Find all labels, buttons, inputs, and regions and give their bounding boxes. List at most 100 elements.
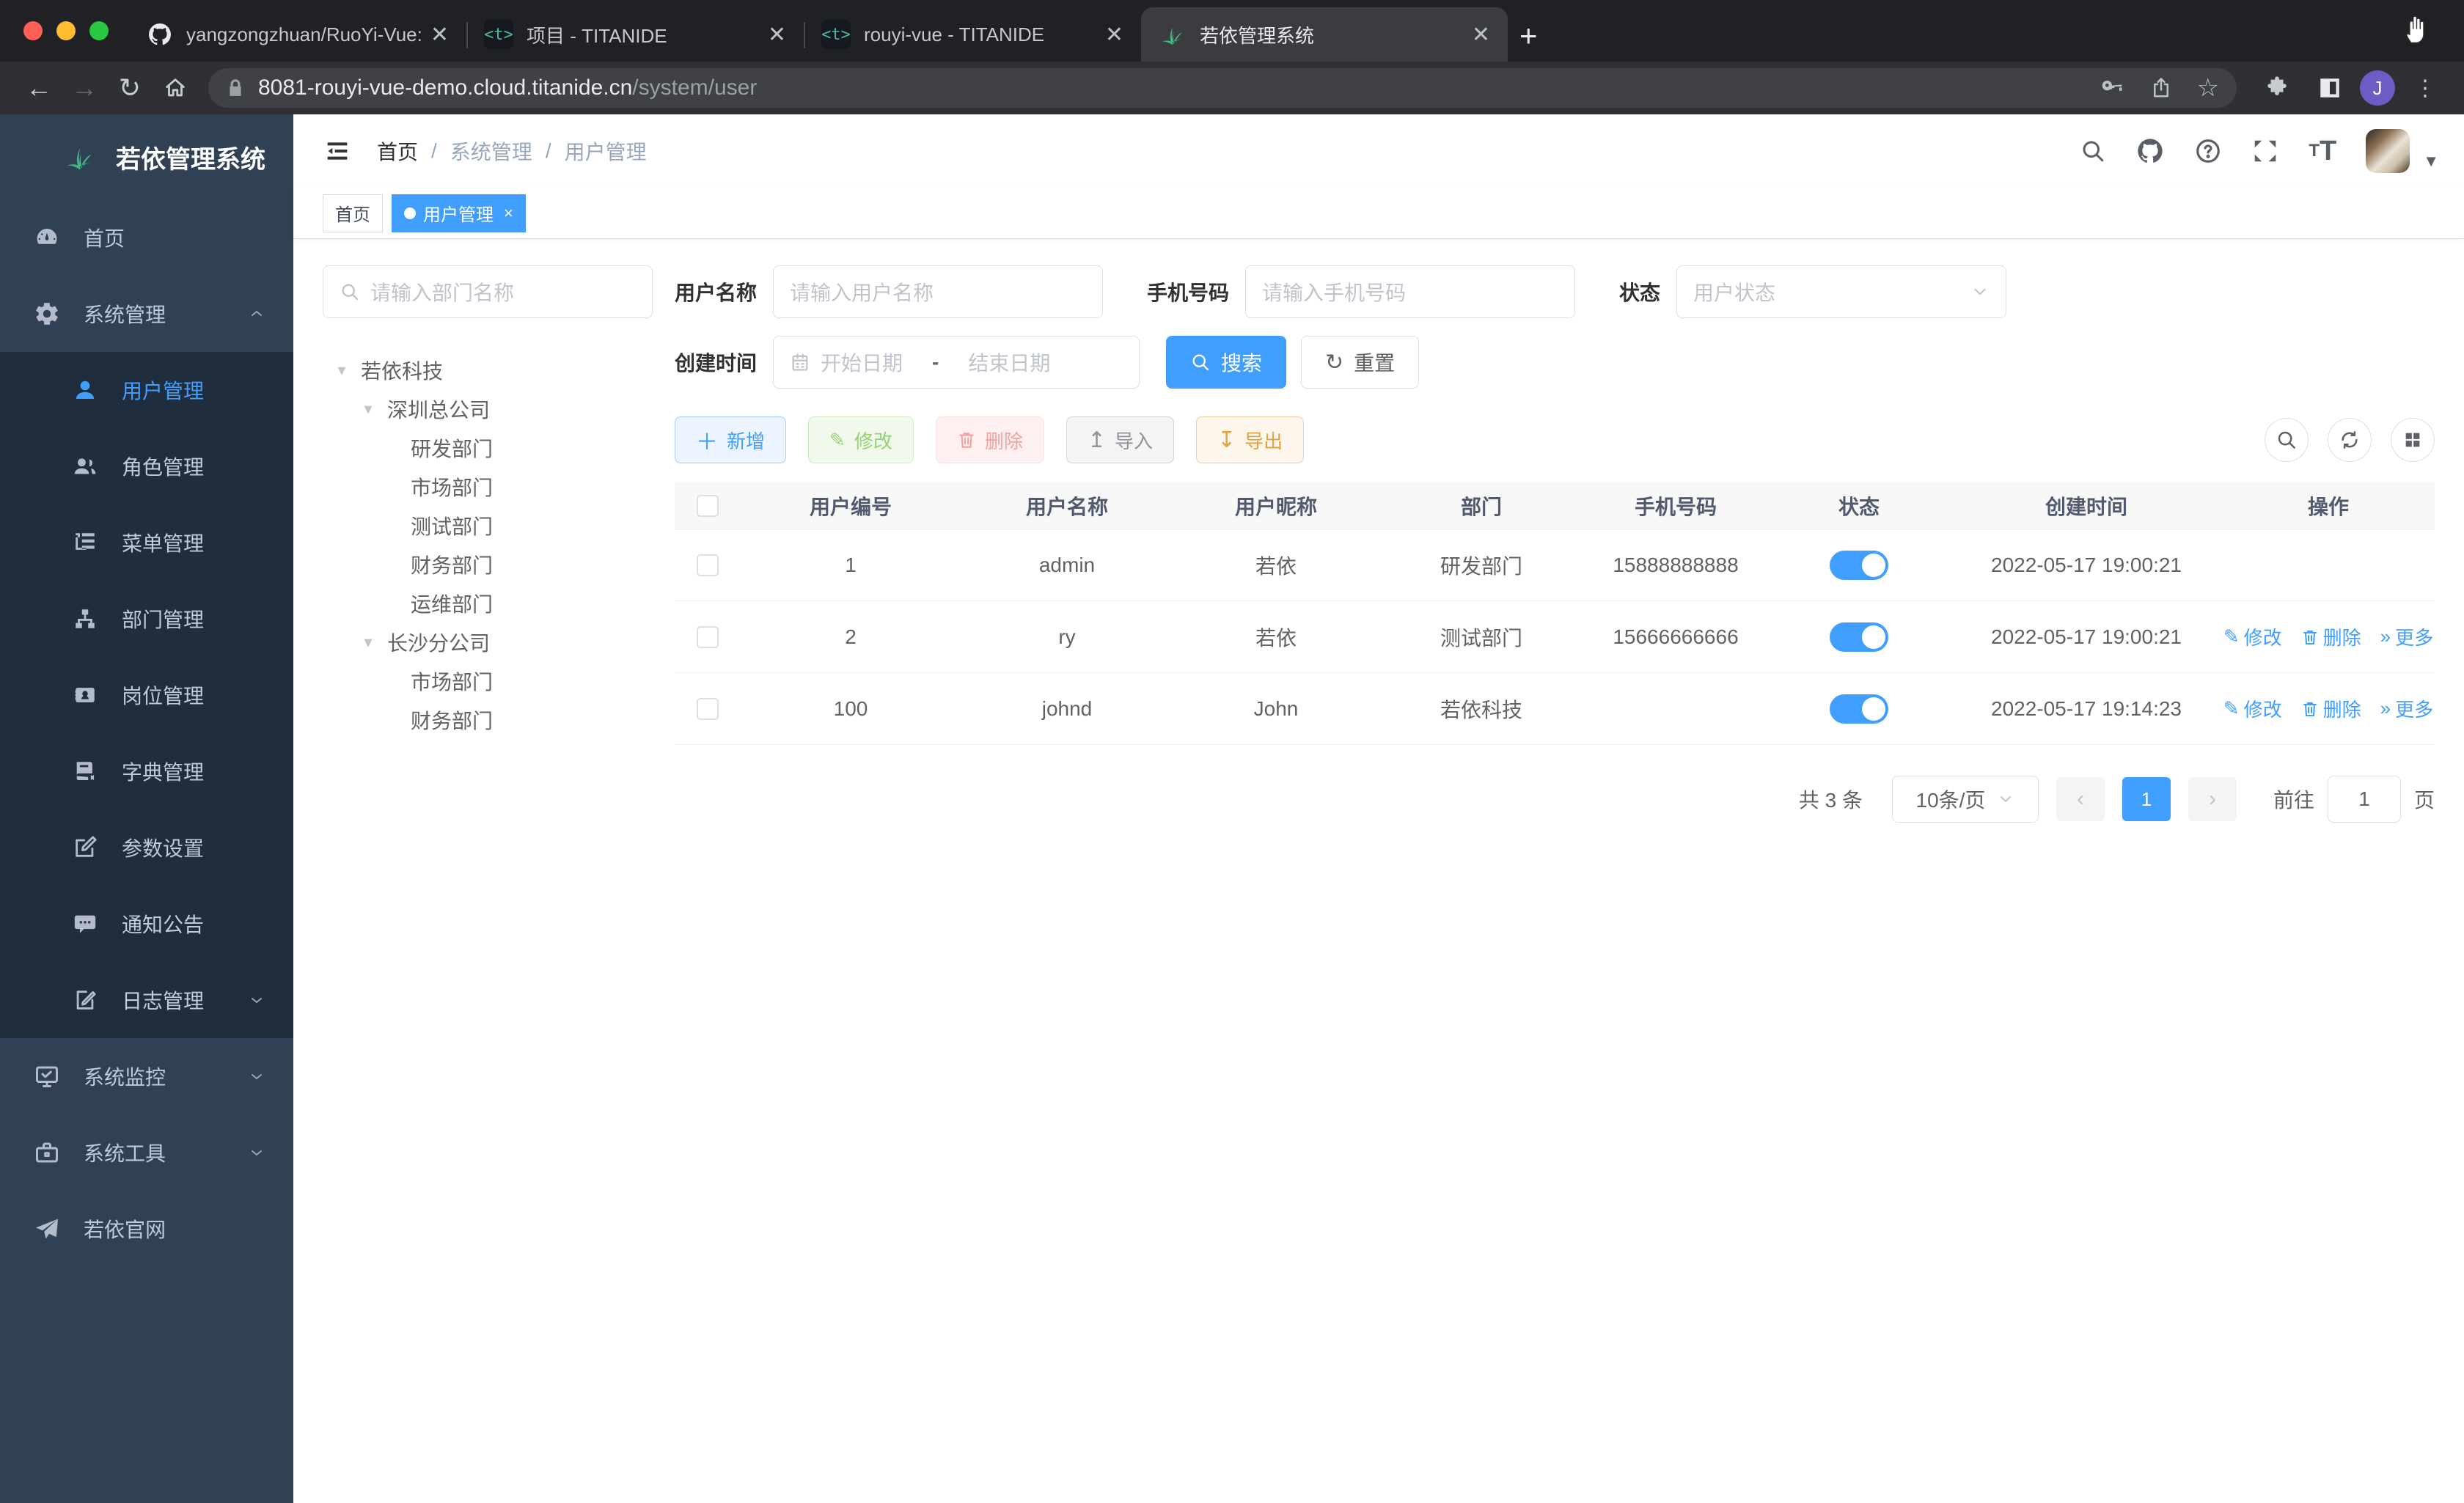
row-delete-link[interactable]: 删除 xyxy=(2301,623,2361,650)
sidebar-item-depts[interactable]: 部门管理 xyxy=(0,581,293,657)
sidebar-item-notice[interactable]: 通知公告 xyxy=(0,886,293,962)
sidebar-item-users[interactable]: 用户管理 xyxy=(0,352,293,428)
avatar-caret-down-icon[interactable]: ▼ xyxy=(2423,152,2439,171)
sidebar-item-posts[interactable]: 岗位管理 xyxy=(0,657,293,733)
page-number-button[interactable]: 1 xyxy=(2122,777,2171,821)
tab-close-icon[interactable]: ✕ xyxy=(1101,22,1128,48)
status-select[interactable]: 用户状态 xyxy=(1676,265,2007,318)
caret-down-icon[interactable]: ▾ xyxy=(355,633,381,652)
breadcrumb-section: 系统管理 xyxy=(450,141,532,163)
tab-close-icon[interactable]: ✕ xyxy=(763,22,791,48)
status-toggle[interactable] xyxy=(1830,694,1888,724)
tab-titanide-project[interactable]: <t> 项目 - TITANIDE ✕ xyxy=(466,7,804,62)
select-all-checkbox[interactable] xyxy=(697,494,719,517)
back-icon[interactable]: ← xyxy=(16,73,62,103)
app-logo[interactable]: 若依管理系统 xyxy=(0,114,293,199)
date-range-picker[interactable]: 开始日期 - 结束日期 xyxy=(773,336,1140,389)
row-more-link[interactable]: » 更多 xyxy=(2380,695,2433,722)
help-question-icon[interactable] xyxy=(2194,137,2222,165)
tag-current-page[interactable]: 用户管理 × xyxy=(392,194,526,232)
tab-close-icon[interactable]: ✕ xyxy=(1467,22,1495,48)
minimize-window-button[interactable] xyxy=(56,21,76,40)
address-bar[interactable]: 8081-rouyi-vue-demo.cloud.titanide.cn/sy… xyxy=(208,68,2237,108)
tag-home[interactable]: 首页 xyxy=(323,194,383,232)
refresh-table-button[interactable] xyxy=(2328,418,2372,462)
tree-node[interactable]: ▾ 若依科技 xyxy=(323,350,653,389)
export-button[interactable]: ↧ 导出 xyxy=(1196,416,1305,463)
tree-node[interactable]: 市场部门 xyxy=(323,661,653,700)
github-icon[interactable] xyxy=(2135,136,2165,166)
caret-down-icon[interactable]: ▾ xyxy=(329,361,355,380)
sidebar-item-config[interactable]: 参数设置 xyxy=(0,809,293,886)
close-window-button[interactable] xyxy=(23,21,43,40)
phone-input[interactable]: 请输入手机号码 xyxy=(1245,265,1576,318)
tag-close-icon[interactable]: × xyxy=(504,204,513,223)
sidebar-item-tools[interactable]: 系统工具 xyxy=(0,1114,293,1191)
add-button[interactable]: ＋新增 xyxy=(675,416,787,463)
sidebar-item-monitor[interactable]: 系统监控 xyxy=(0,1038,293,1114)
zoom-window-button[interactable] xyxy=(89,21,109,40)
home-icon[interactable] xyxy=(153,76,198,100)
row-checkbox[interactable] xyxy=(697,554,719,576)
tree-node[interactable]: ▾ 长沙分公司 xyxy=(323,622,653,661)
tab-github[interactable]: yangzongzhuan/RuoYi-Vue: (Ru ✕ xyxy=(129,7,466,62)
tab-close-icon[interactable]: ✕ xyxy=(426,22,453,48)
row-delete-link[interactable]: 删除 xyxy=(2301,695,2361,722)
status-toggle[interactable] xyxy=(1830,622,1888,652)
edit-button[interactable]: ✎ 修改 xyxy=(808,416,914,463)
new-tab-button[interactable]: + xyxy=(1519,21,1538,51)
tree-node[interactable]: 测试部门 xyxy=(323,506,653,545)
tab-ruoyi-active[interactable]: 若依管理系统 ✕ xyxy=(1141,7,1508,62)
browser-profile-avatar[interactable]: J xyxy=(2360,70,2395,106)
row-checkbox[interactable] xyxy=(697,697,719,720)
prev-page-button[interactable]: ‹ xyxy=(2056,777,2105,821)
sidebar-item-dict[interactable]: 字典管理 xyxy=(0,733,293,809)
username-input[interactable]: 请输入用户名称 xyxy=(773,265,1104,318)
forward-icon[interactable]: → xyxy=(62,73,107,103)
next-page-button[interactable]: › xyxy=(2188,777,2237,821)
window-controls[interactable] xyxy=(0,0,129,62)
sidebar-item-menus[interactable]: 菜单管理 xyxy=(0,504,293,581)
sidebar-item-system[interactable]: 系统管理 xyxy=(0,276,293,352)
side-panel-icon[interactable] xyxy=(2307,76,2353,100)
bookmark-star-icon[interactable]: ☆ xyxy=(2197,73,2219,103)
column-settings-button[interactable] xyxy=(2391,418,2435,462)
dept-search-input[interactable]: 请输入部门名称 xyxy=(323,265,653,318)
status-toggle[interactable] xyxy=(1830,550,1888,580)
search-button[interactable]: 搜索 xyxy=(1166,336,1287,389)
sidebar-item-logs[interactable]: 日志管理 xyxy=(0,962,293,1038)
lock-icon[interactable] xyxy=(226,78,245,98)
sidebar-item-home[interactable]: 首页 xyxy=(0,199,293,276)
share-icon[interactable] xyxy=(2150,77,2172,99)
tree-node[interactable]: 研发部门 xyxy=(323,428,653,467)
tab-titanide-rouyi[interactable]: <t> rouyi-vue - TITANIDE ✕ xyxy=(804,7,1141,62)
sidebar-item-roles[interactable]: 角色管理 xyxy=(0,428,293,504)
password-key-icon[interactable] xyxy=(2102,76,2125,100)
font-size-icon[interactable]: TT xyxy=(2309,136,2336,167)
tree-node[interactable]: ▾ 深圳总公司 xyxy=(323,389,653,428)
tree-node[interactable]: 财务部门 xyxy=(323,700,653,739)
page-size-select[interactable]: 10条/页 xyxy=(1891,776,2039,823)
chrome-menu-dots-icon[interactable]: ⋮ xyxy=(2402,76,2448,101)
tree-node[interactable]: 市场部门 xyxy=(323,467,653,506)
tree-node[interactable]: 财务部门 xyxy=(323,545,653,584)
row-checkbox[interactable] xyxy=(697,625,719,648)
delete-button[interactable]: 删除 xyxy=(935,416,1044,463)
import-button[interactable]: ↥ 导入 xyxy=(1066,416,1174,463)
row-more-link[interactable]: » 更多 xyxy=(2380,623,2433,650)
caret-down-icon[interactable]: ▾ xyxy=(355,400,381,419)
goto-page-input[interactable] xyxy=(2327,776,2401,823)
show-search-toggle-button[interactable] xyxy=(2265,418,2309,462)
user-avatar[interactable] xyxy=(2366,129,2410,173)
extensions-puzzle-icon[interactable] xyxy=(2254,76,2300,100)
reset-button[interactable]: ↻ 重置 xyxy=(1301,336,1420,389)
header-search-icon[interactable] xyxy=(2080,138,2106,164)
reload-icon[interactable]: ↻ xyxy=(107,73,153,103)
sidebar-fold-icon[interactable] xyxy=(323,136,352,166)
sidebar-item-official-site[interactable]: 若依官网 xyxy=(0,1191,293,1267)
breadcrumb-home[interactable]: 首页 xyxy=(377,136,418,166)
fullscreen-icon[interactable] xyxy=(2251,137,2279,165)
row-edit-link[interactable]: ✎ 修改 xyxy=(2223,623,2282,650)
tree-node[interactable]: 运维部门 xyxy=(323,584,653,622)
row-edit-link[interactable]: ✎ 修改 xyxy=(2223,695,2282,722)
